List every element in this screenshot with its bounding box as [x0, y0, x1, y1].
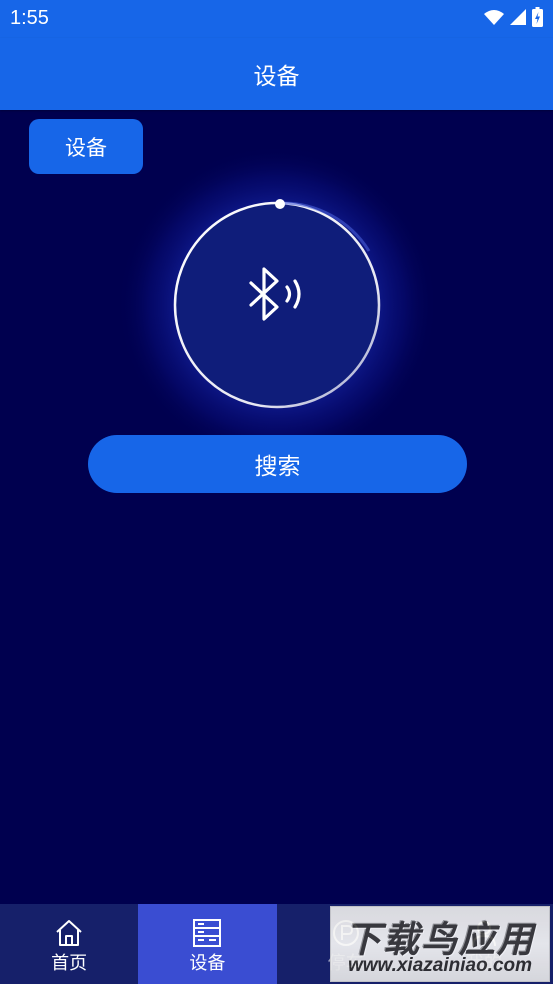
- nav-item-home[interactable]: 首页: [0, 904, 138, 984]
- nav-label-device: 设备: [189, 953, 226, 974]
- device-chip-label: 设备: [65, 135, 107, 160]
- signal-icon: [510, 9, 526, 29]
- nav-label-home: 首页: [51, 953, 88, 974]
- home-icon: [54, 918, 84, 953]
- status-icons: [484, 7, 543, 31]
- watermark: 下载鸟应用 www.xiazainiao.com: [330, 906, 550, 982]
- scanner-progress-dot: [275, 199, 285, 209]
- wifi-icon: [484, 9, 504, 29]
- device-list-icon: [192, 918, 222, 953]
- page-title: 设备: [253, 64, 300, 90]
- nav-item-device[interactable]: 设备: [138, 904, 277, 984]
- status-time: 1:55: [10, 7, 49, 29]
- watermark-url: www.xiazainiao.com: [347, 955, 533, 976]
- app-bar: 设备: [0, 38, 553, 110]
- search-button[interactable]: 搜索: [88, 435, 467, 493]
- bluetooth-scanner[interactable]: [114, 145, 440, 465]
- status-bar: 1:55: [0, 0, 553, 38]
- search-button-label: 搜索: [254, 454, 301, 480]
- battery-charging-icon: [532, 7, 543, 31]
